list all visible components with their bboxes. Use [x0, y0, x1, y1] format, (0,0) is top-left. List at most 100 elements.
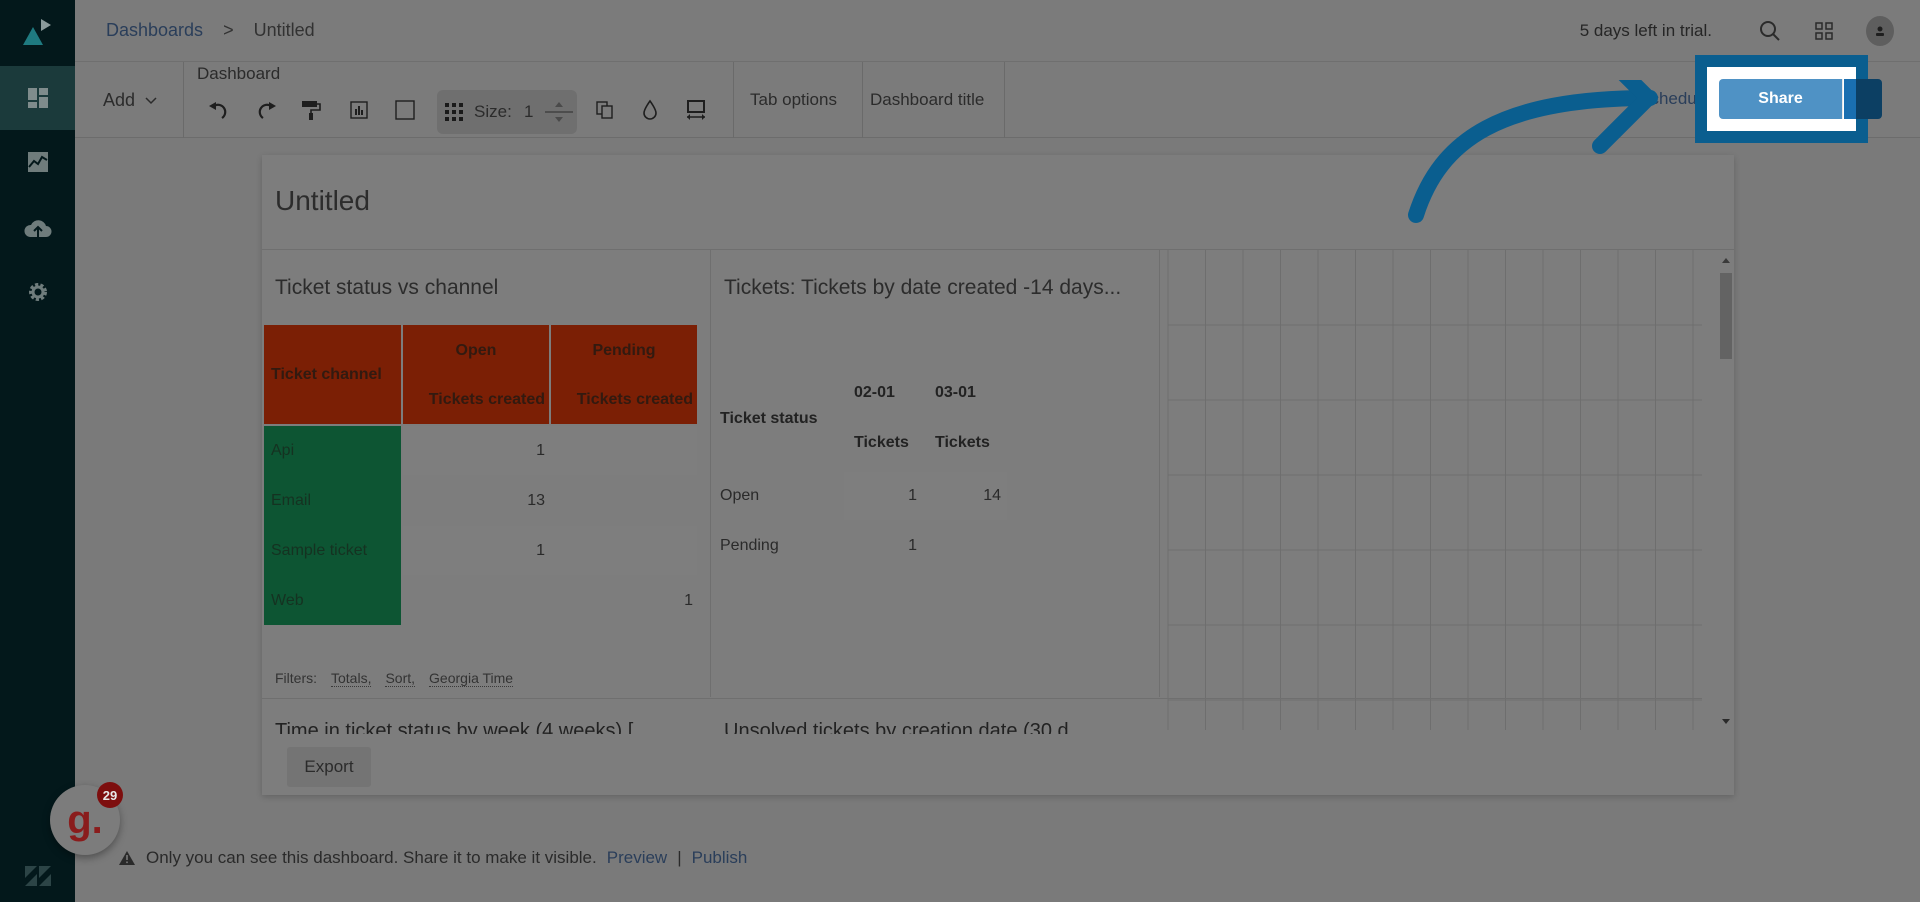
preview-link[interactable]: Preview: [607, 848, 667, 868]
sidebar: [0, 0, 75, 902]
widget-filters: Filters: Totals, Sort, Georgia Time: [275, 670, 514, 687]
undo-button[interactable]: [205, 96, 233, 124]
chevron-down-icon: [145, 96, 157, 104]
toolbar-divider: [862, 62, 863, 138]
toolbar-divider: [183, 62, 184, 138]
apps-grid-icon: [1815, 22, 1833, 40]
header-row-label: Ticket channel: [271, 366, 382, 383]
widget-ticket-status-vs-channel[interactable]: Ticket status vs channel Ticket channel …: [262, 250, 711, 697]
row-header-column: Api Email Sample ticket Web: [264, 426, 401, 625]
visibility-notice: Only you can see this dashboard. Share i…: [118, 848, 747, 868]
color-button[interactable]: [636, 96, 664, 124]
breadcrumb-separator: >: [223, 20, 234, 40]
format-painter-button[interactable]: [297, 96, 325, 124]
table-header-cell: Pending Tickets created: [551, 325, 697, 424]
row-divider: [262, 698, 1702, 699]
filter-timezone[interactable]: Georgia Time: [429, 670, 514, 687]
droplet-icon: [643, 99, 657, 120]
duplicate-button[interactable]: [591, 96, 619, 124]
table-cell: 1: [536, 442, 545, 459]
empty-grid-area: [1167, 250, 1702, 730]
chart-line-icon: [27, 152, 48, 172]
notice-separator: |: [677, 848, 682, 867]
square-icon: [395, 100, 415, 120]
vertical-scrollbar[interactable]: [1718, 255, 1732, 735]
widget-title-partial[interactable]: Time in ticket status by week (4 weeks) …: [275, 720, 695, 734]
toolbar: Add Dashboard Size: 1 Tab options Dashbo: [75, 62, 1920, 138]
fit-width-icon: [687, 100, 705, 120]
widget-title: Ticket status vs channel: [275, 276, 499, 299]
column-metric: Tickets: [854, 434, 909, 451]
publish-link[interactable]: Publish: [692, 848, 748, 868]
toolbar-divider: [733, 62, 734, 138]
scroll-up-icon[interactable]: [1720, 255, 1732, 265]
guide-logo-icon: g.: [67, 797, 103, 842]
header-metric: Tickets created: [428, 391, 545, 408]
sidebar-item-datasets[interactable]: [0, 196, 75, 260]
table-header-cell: Open Tickets created: [403, 325, 549, 424]
gear-icon: [28, 283, 47, 301]
search-button[interactable]: [1756, 17, 1784, 45]
filter-totals[interactable]: Totals,: [331, 670, 372, 687]
table-cell: 1: [536, 542, 545, 559]
size-stepper-icon[interactable]: [545, 96, 573, 128]
sidebar-item-dashboards[interactable]: [0, 66, 75, 130]
warning-icon: [119, 851, 135, 865]
grid-icon: [445, 103, 463, 121]
widget-tickets-by-date[interactable]: Tickets: Tickets by date created -14 day…: [711, 250, 1160, 697]
row-label: Api: [271, 442, 295, 459]
app-logo[interactable]: [0, 0, 75, 64]
trial-status: 5 days left in trial.: [1579, 21, 1712, 40]
scroll-down-icon[interactable]: [1720, 717, 1732, 727]
dashboard-title[interactable]: Untitled: [275, 185, 370, 217]
logo-icon: [22, 19, 51, 45]
top-bar: Dashboards > Untitled 5 days left in tri…: [75, 0, 1920, 62]
redo-button[interactable]: [252, 96, 280, 124]
export-button[interactable]: Export: [287, 747, 371, 787]
column-date: 03-01: [935, 384, 976, 401]
filter-sort[interactable]: Sort,: [385, 670, 416, 687]
header-status: Pending: [592, 342, 656, 359]
table-cell: 1: [684, 592, 693, 609]
header-status: Open: [455, 342, 497, 359]
user-icon: [1876, 26, 1884, 36]
border-button[interactable]: [391, 96, 419, 124]
share-split-accent: [1844, 79, 1856, 119]
breadcrumb-current: Untitled: [253, 20, 315, 40]
table-cell: 1: [908, 537, 917, 554]
zendesk-icon: [24, 866, 51, 886]
size-label: Size:: [474, 102, 512, 121]
zendesk-logo[interactable]: [0, 864, 75, 888]
notice-text: Only you can see this dashboard. Share i…: [146, 848, 597, 867]
scroll-thumb[interactable]: [1720, 273, 1732, 359]
products-button[interactable]: [1810, 17, 1838, 45]
tab-options-button[interactable]: Tab options: [750, 90, 837, 110]
dashboard-title-button[interactable]: Dashboard title: [870, 90, 984, 110]
widget-title: Tickets: Tickets by date created -14 day…: [724, 276, 1122, 299]
user-menu[interactable]: [1866, 16, 1894, 46]
widget-title-partial[interactable]: Unsolved tickets by creation date (30 d: [724, 720, 1144, 734]
widget-frame-button[interactable]: [345, 96, 373, 124]
cloud-upload-icon: [23, 220, 51, 237]
avatar: [1866, 16, 1894, 46]
table-cell: 1: [908, 487, 917, 504]
row-label: Email: [271, 492, 312, 509]
search-icon: [1760, 21, 1780, 41]
row-header-label: Ticket status: [720, 410, 818, 427]
sidebar-item-admin[interactable]: [0, 260, 75, 324]
filters-label: Filters:: [275, 670, 317, 686]
sidebar-item-reports[interactable]: [0, 130, 75, 194]
breadcrumb-dashboards-link[interactable]: Dashboards: [106, 20, 203, 41]
fit-width-button[interactable]: [682, 96, 710, 124]
paint-roller-icon: [302, 101, 321, 120]
chart-frame-icon: [350, 101, 368, 119]
share-button[interactable]: Share: [1719, 79, 1843, 119]
add-dropdown[interactable]: Add: [103, 90, 157, 111]
grid-size-control[interactable]: Size: 1: [437, 90, 577, 134]
size-value[interactable]: 1: [524, 102, 533, 122]
table-header-cell: Ticket channel: [264, 325, 401, 424]
header-metric: Tickets created: [576, 391, 693, 408]
breadcrumb: Dashboards > Untitled: [106, 20, 315, 41]
column-date: 02-01: [854, 384, 895, 401]
row-label: Open: [720, 487, 760, 504]
